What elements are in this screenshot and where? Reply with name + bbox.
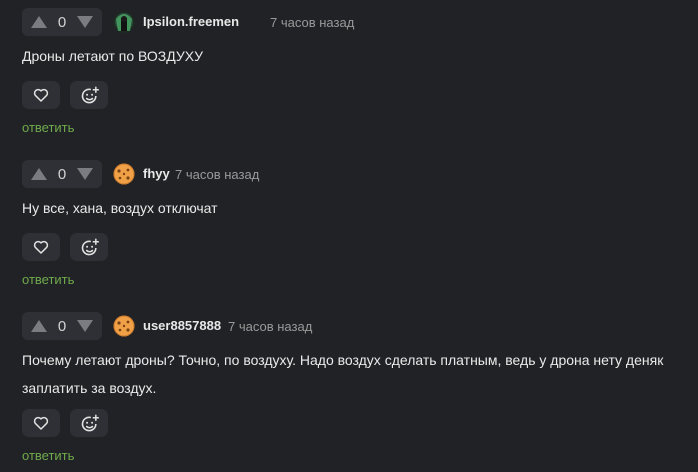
comment-text-line: заплатить за воздух. bbox=[22, 380, 157, 396]
rating-count: 0 bbox=[57, 318, 67, 335]
vote-control: 0 bbox=[22, 312, 102, 340]
comments-feed: 0 Ipsilon.freemen 7 часов назад Дроны ле… bbox=[0, 0, 698, 472]
dark-green-avatar-icon bbox=[113, 11, 135, 33]
avatar[interactable] bbox=[113, 11, 135, 33]
rating-count: 0 bbox=[57, 166, 67, 183]
like-button[interactable] bbox=[22, 233, 60, 261]
arrow-down-icon bbox=[77, 320, 93, 332]
vote-control: 0 bbox=[22, 160, 102, 188]
upvote-button[interactable] bbox=[26, 312, 52, 340]
like-button[interactable] bbox=[22, 81, 60, 109]
comment-text-line: Ну все, хана, воздух отключат bbox=[22, 200, 218, 216]
orange-cookie-avatar-icon bbox=[113, 163, 135, 185]
author-name[interactable]: Ipsilon.freemen bbox=[143, 14, 239, 29]
reply-link[interactable]: ответить bbox=[22, 272, 74, 287]
arrow-up-icon bbox=[31, 320, 47, 332]
add-reaction-button[interactable] bbox=[70, 409, 108, 437]
downvote-button[interactable] bbox=[72, 160, 98, 188]
author-name[interactable]: fhyy bbox=[143, 166, 170, 181]
timestamp: 7 часов назад bbox=[270, 15, 355, 30]
heart-icon bbox=[33, 240, 49, 254]
reply-link[interactable]: ответить bbox=[22, 448, 74, 463]
arrow-down-icon bbox=[77, 168, 93, 180]
reply-link[interactable]: ответить bbox=[22, 120, 74, 135]
comment-text: Ну все, хана, воздух отключат bbox=[22, 194, 682, 222]
arrow-up-icon bbox=[31, 168, 47, 180]
downvote-button[interactable] bbox=[72, 8, 98, 36]
comment-text-line: Почему летают дроны? Точно, по воздуху. … bbox=[22, 352, 664, 368]
add-reaction-icon bbox=[81, 86, 100, 104]
comment-text: Дроны летают по ВОЗДУХУ bbox=[22, 42, 682, 70]
arrow-down-icon bbox=[77, 16, 93, 28]
orange-cookie-avatar-icon bbox=[113, 315, 135, 337]
downvote-button[interactable] bbox=[72, 312, 98, 340]
avatar[interactable] bbox=[113, 163, 135, 185]
heart-icon bbox=[33, 88, 49, 102]
add-reaction-icon bbox=[81, 414, 100, 432]
comment-text-line: Дроны летают по ВОЗДУХУ bbox=[22, 48, 204, 64]
upvote-button[interactable] bbox=[26, 160, 52, 188]
add-reaction-button[interactable] bbox=[70, 81, 108, 109]
author-name[interactable]: user8857888 bbox=[143, 318, 221, 333]
add-reaction-button[interactable] bbox=[70, 233, 108, 261]
upvote-button[interactable] bbox=[26, 8, 52, 36]
comment-text: Почему летают дроны? Точно, по воздуху. … bbox=[22, 346, 682, 402]
heart-icon bbox=[33, 416, 49, 430]
arrow-up-icon bbox=[31, 16, 47, 28]
add-reaction-icon bbox=[81, 238, 100, 256]
vote-control: 0 bbox=[22, 8, 102, 36]
timestamp: 7 часов назад bbox=[175, 167, 260, 182]
avatar[interactable] bbox=[113, 315, 135, 337]
like-button[interactable] bbox=[22, 409, 60, 437]
timestamp: 7 часов назад bbox=[228, 319, 313, 334]
rating-count: 0 bbox=[57, 14, 67, 31]
